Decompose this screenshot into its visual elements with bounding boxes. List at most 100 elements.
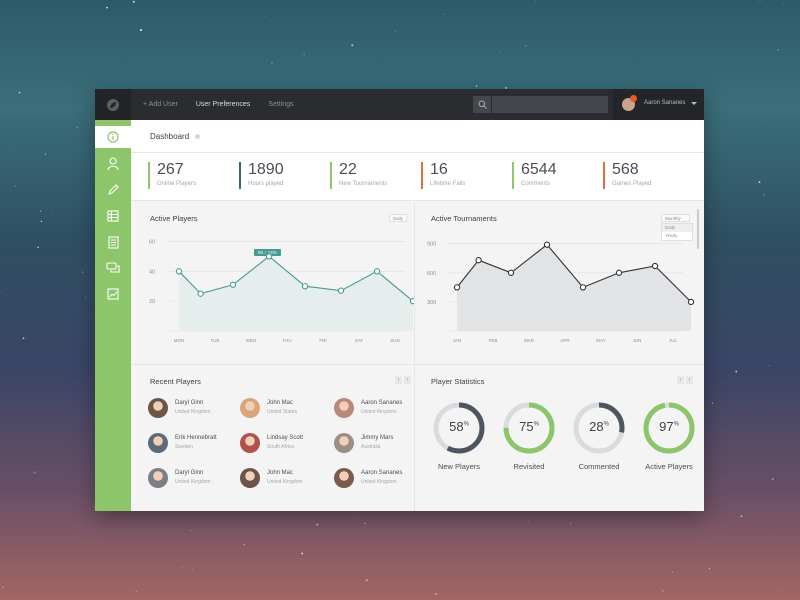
player-country: United Kingdom xyxy=(361,409,397,415)
avatar[interactable] xyxy=(334,398,354,418)
avatar[interactable] xyxy=(148,433,168,453)
player-name[interactable]: Lindsay Scott xyxy=(267,435,303,441)
stat-games-played: 568 Games Played xyxy=(603,162,651,189)
avatar[interactable] xyxy=(240,398,260,418)
sidebar-item-info[interactable] xyxy=(95,126,131,148)
avatar[interactable] xyxy=(148,468,168,488)
list-item[interactable]: Daryl Ginn United Kingdom xyxy=(148,466,238,490)
avatar[interactable] xyxy=(240,468,260,488)
donut-value: 58% xyxy=(449,419,469,434)
table-icon xyxy=(107,210,119,222)
player-name[interactable]: John Mac xyxy=(267,400,293,406)
list-item[interactable]: Aaron Sananes United Kingdom xyxy=(334,396,424,420)
active-players-period-select[interactable]: Daily xyxy=(389,214,408,222)
data-point xyxy=(651,262,659,270)
data-point xyxy=(175,268,183,275)
data-point xyxy=(615,269,623,276)
y-tick-label: 300 xyxy=(427,300,436,306)
prev-page-button[interactable]: ‹ xyxy=(395,376,402,384)
user-menu[interactable]: Aaron Sananes xyxy=(613,89,704,120)
star xyxy=(243,543,246,546)
series-area xyxy=(457,244,691,331)
stat-new-tournaments: 22 New Tournaments xyxy=(330,162,387,189)
avatar[interactable] xyxy=(240,433,260,453)
star xyxy=(271,62,273,64)
star xyxy=(106,6,108,9)
y-tick-label: 60 xyxy=(149,239,155,245)
chevron-down-icon[interactable] xyxy=(691,102,697,105)
user-preferences-link[interactable]: User Preferences xyxy=(196,101,250,108)
player-name[interactable]: Daryl Ginn xyxy=(175,400,203,406)
next-page-button[interactable]: › xyxy=(686,376,693,384)
star xyxy=(40,210,42,212)
prev-page-button[interactable]: ‹ xyxy=(677,376,684,384)
sidebar-item-users[interactable] xyxy=(106,157,120,171)
recent-players-pager: ‹ › xyxy=(395,376,411,384)
star xyxy=(56,96,57,98)
x-tick-label: APR xyxy=(560,338,570,343)
star xyxy=(710,206,712,208)
sidebar xyxy=(95,120,131,511)
sidebar-item-documents[interactable] xyxy=(106,235,120,249)
avatar[interactable] xyxy=(334,468,354,488)
player-name[interactable]: Daryl Ginn xyxy=(175,470,203,476)
sidebar-item-table[interactable] xyxy=(106,209,120,223)
donut-value: 28% xyxy=(589,419,609,434)
x-tick-label: MAY xyxy=(596,338,605,343)
star xyxy=(570,522,572,524)
list-item[interactable]: Jimmy Mars Australia xyxy=(334,431,424,455)
data-point xyxy=(579,284,587,291)
star xyxy=(132,0,135,3)
active-tournaments-period-select[interactable]: Monthly xyxy=(661,214,690,222)
stat-value: 568 xyxy=(612,161,639,178)
star xyxy=(763,194,765,196)
leaf-logo-icon xyxy=(107,98,119,111)
app-logo[interactable] xyxy=(95,89,131,120)
stat-label: Hours played xyxy=(248,181,284,187)
x-tick-label: MON xyxy=(174,338,185,343)
player-name[interactable]: Jimmy Mars xyxy=(361,435,393,441)
player-name[interactable]: Aaron Sananes xyxy=(361,470,402,476)
settings-link[interactable]: Settings xyxy=(268,101,293,108)
star xyxy=(671,571,673,573)
player-name[interactable]: Erik Hennebratt xyxy=(175,435,217,441)
sidebar-item-edit[interactable] xyxy=(106,183,120,197)
star xyxy=(632,81,633,83)
player-country: United States xyxy=(267,409,298,415)
sidebar-item-chat[interactable] xyxy=(106,261,120,275)
list-item[interactable]: Lindsay Scott South Africa xyxy=(240,431,330,455)
user-name[interactable]: Aaron Sananes xyxy=(644,100,685,106)
avatar[interactable] xyxy=(148,398,168,418)
star xyxy=(0,291,1,293)
search-icon[interactable] xyxy=(473,96,492,113)
data-point xyxy=(475,257,482,264)
player-name[interactable]: John Mac xyxy=(267,470,293,476)
list-item[interactable]: Aaron Sananes United Kingdom xyxy=(334,466,424,490)
star xyxy=(759,0,761,2)
add-user-link[interactable]: + Add User xyxy=(143,101,178,108)
stat-hours-played: 1890 Hours played xyxy=(239,162,284,189)
list-item[interactable]: Daryl Ginn United Kingdom xyxy=(148,396,238,420)
next-page-button[interactable]: › xyxy=(404,376,411,384)
star xyxy=(475,85,478,87)
sidebar-item-charts[interactable] xyxy=(106,287,120,301)
player-country: Australia xyxy=(361,444,381,450)
list-item[interactable]: Erik Hennebratt Sweden xyxy=(148,431,238,455)
list-item[interactable]: John Mac United Kingdom xyxy=(240,466,330,490)
list-item[interactable]: John Mac United States xyxy=(240,396,330,420)
player-name[interactable]: Aaron Sananes xyxy=(361,400,402,406)
search-box[interactable] xyxy=(473,96,608,113)
star xyxy=(708,568,711,570)
x-tick-label: SAT xyxy=(355,338,364,343)
avatar[interactable] xyxy=(334,433,354,453)
star xyxy=(190,529,192,532)
stat-comments: 6544 Comments xyxy=(512,162,557,189)
star xyxy=(771,478,774,481)
x-tick-label: FRI xyxy=(319,338,326,343)
player-statistics-title: Player Statistics xyxy=(431,377,485,386)
x-tick-label: JAN xyxy=(453,338,462,343)
donut-label: Active Players xyxy=(645,462,693,471)
x-tick-label: WED xyxy=(246,338,257,343)
stat-donut: 28% Commented xyxy=(571,400,627,471)
star xyxy=(782,2,784,4)
